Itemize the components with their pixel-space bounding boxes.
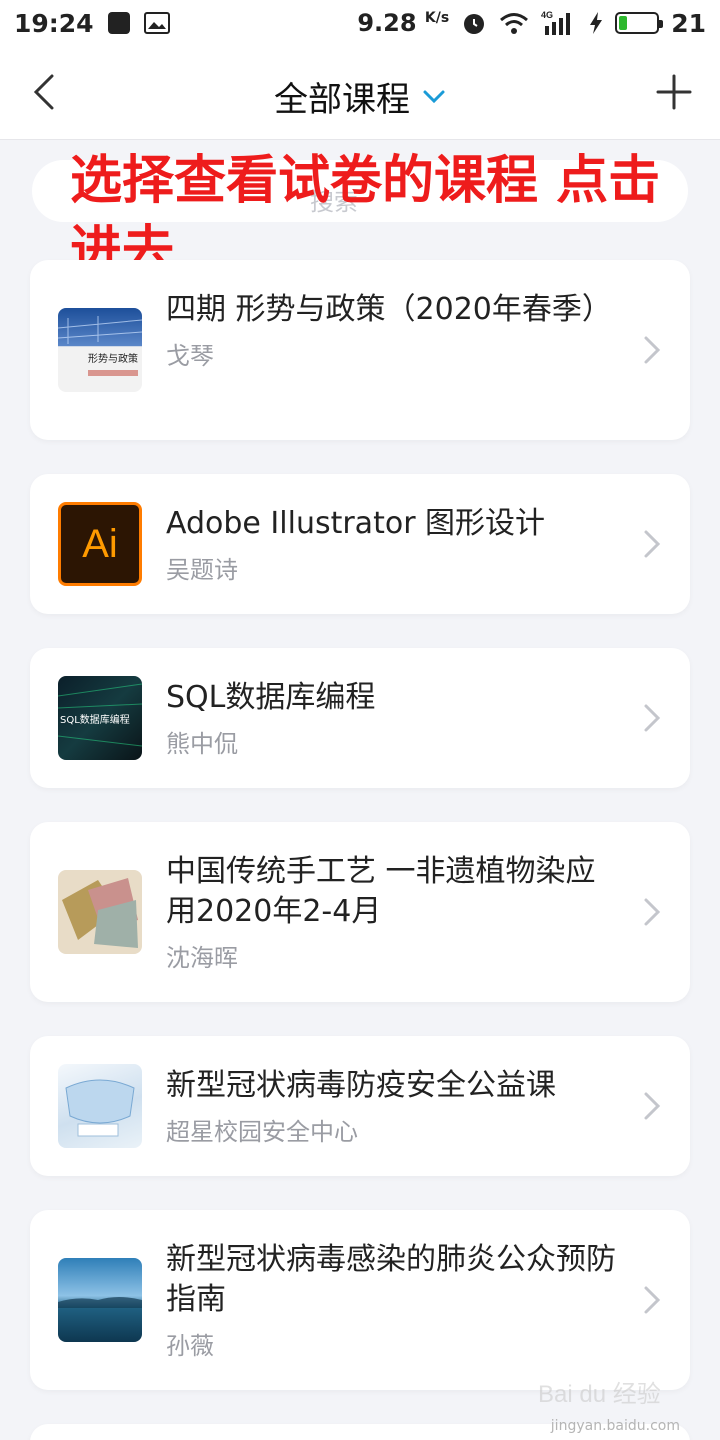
course-teacher: 沈海晖 <box>166 944 238 972</box>
battery-level: 21 <box>671 8 706 38</box>
battery-icon <box>615 12 664 34</box>
wifi-icon <box>500 13 529 34</box>
image-icon <box>143 12 170 34</box>
course-title: 新型冠状病毒防疫安全公益课 <box>166 1068 556 1103</box>
course-title: 新型冠状病毒感染的肺炎公众预防指南 <box>166 1242 616 1317</box>
svg-text:Bai du 经验: Bai du 经验 <box>538 1381 661 1408</box>
chevron-right-icon <box>644 1286 661 1314</box>
baidu-watermark-logo: Bai du 经验 <box>538 1381 661 1408</box>
course-item[interactable]: 形势与政策 四期 形势与政策（2020年春季） 戈琴 <box>30 260 690 440</box>
course-item[interactable]: SQL数据库编程 SQL数据库编程 熊中侃 <box>30 648 690 788</box>
net-speed: 9.28 K/s <box>357 9 450 37</box>
course-item[interactable]: 新型冠状病毒感染的肺炎公众预防指南 孙薇 <box>30 1210 690 1390</box>
add-course-button[interactable] <box>656 74 692 110</box>
course-teacher: 熊中侃 <box>166 730 238 758</box>
chevron-right-icon <box>644 336 661 364</box>
chevron-right-icon <box>644 1092 661 1120</box>
mask-thumb-graphic <box>65 1079 135 1137</box>
course-item[interactable]: 中国传统手工艺 一非遗植物染应用2020年2-4月 沈海晖 <box>30 822 690 1002</box>
course-item[interactable]: 新型冠状病毒防疫安全公益课 超星校园安全中心 <box>30 1036 690 1176</box>
course-thumbnail: 形势与政策 <box>58 308 142 392</box>
course-thumbnail <box>58 870 142 954</box>
chevron-right-icon <box>644 704 661 732</box>
course-thumbnail: SQL数据库编程 <box>58 676 142 760</box>
charging-icon <box>590 12 603 34</box>
page-title-label: 全部课程 <box>274 80 410 120</box>
dyed-fabric-graphic <box>62 878 138 948</box>
cell-signal-icon: 4G <box>541 10 571 35</box>
course-title: SQL数据库编程 <box>166 680 376 715</box>
status-time: 19:24 <box>14 8 94 38</box>
svg-text:SQL数据库编程: SQL数据库编程 <box>60 713 130 726</box>
chevron-right-icon <box>644 530 661 558</box>
chevron-right-icon <box>644 898 661 926</box>
nav-bar: 全部课程 <box>0 46 720 140</box>
course-teacher: 超星校园安全中心 <box>166 1118 358 1146</box>
watermark-url: jingyan.baidu.com <box>550 1418 680 1434</box>
svg-text:形势与政策: 形势与政策 <box>88 352 138 365</box>
course-teacher: 吴题诗 <box>166 556 238 584</box>
course-thumbnail <box>58 1064 142 1148</box>
page-title[interactable]: 全部课程 <box>0 72 720 121</box>
policy-thumb-graphic: 形势与政策 <box>58 316 142 376</box>
svg-text:4G: 4G <box>541 10 553 20</box>
illustrator-logo: Ai <box>58 502 142 586</box>
course-item[interactable]: Ai Adobe Illustrator 图形设计 吴题诗 <box>30 474 690 614</box>
lake-thumb-graphic <box>58 1297 142 1308</box>
chevron-down-icon <box>423 90 445 103</box>
notification-icon <box>107 12 130 34</box>
course-thumbnail <box>58 1258 142 1342</box>
course-teacher: 孙薇 <box>166 1332 214 1360</box>
course-teacher: 戈琴 <box>166 342 214 370</box>
sql-thumb-graphic: SQL数据库编程 <box>58 683 142 747</box>
course-title: 中国传统手工艺 一非遗植物染应用2020年2-4月 <box>166 854 596 929</box>
plus-icon <box>656 74 692 110</box>
alarm-icon <box>464 14 485 34</box>
status-bar: 19:24 9.28 K/s 4G 21 <box>0 0 720 46</box>
course-title: Adobe Illustrator 图形设计 <box>166 506 546 541</box>
course-title: 四期 形势与政策（2020年春季） <box>166 292 612 327</box>
